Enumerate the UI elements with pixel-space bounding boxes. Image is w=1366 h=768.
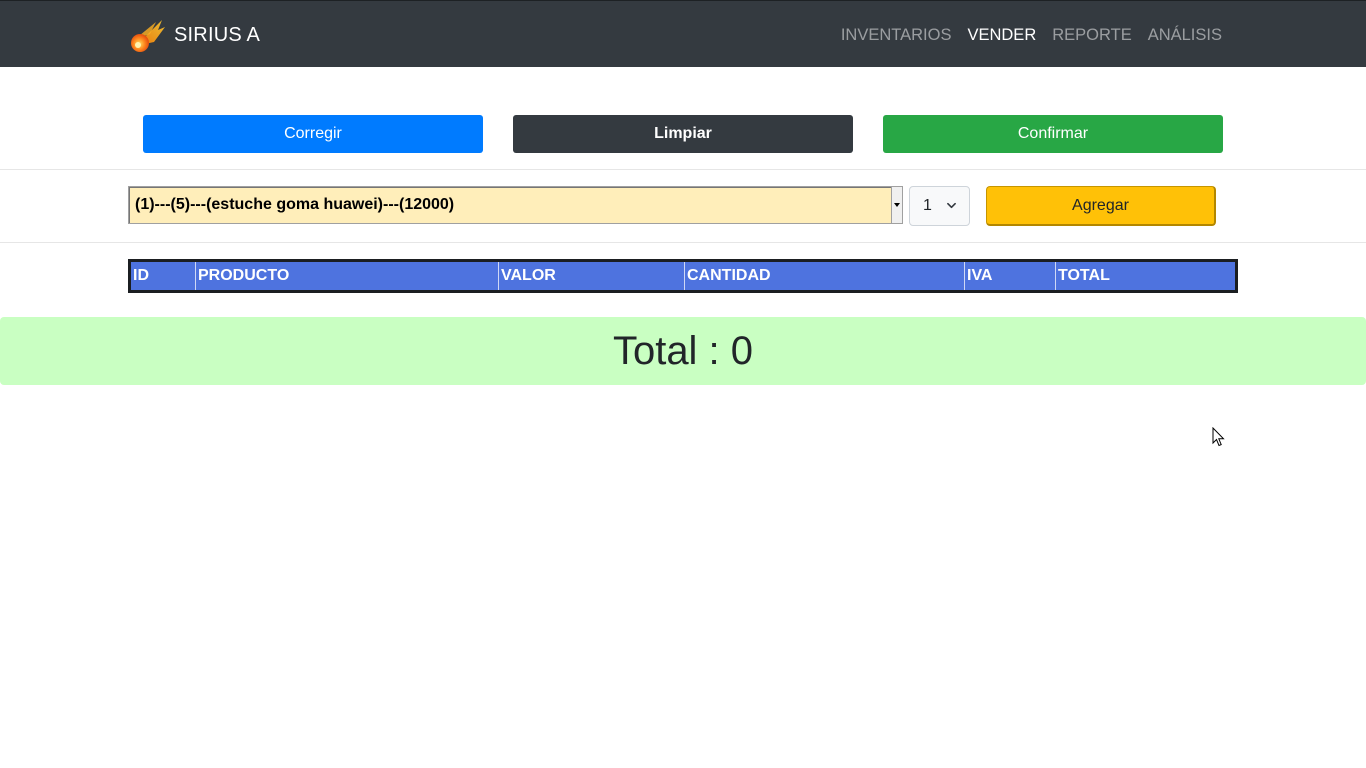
table-header-row: ID PRODUCTO VALOR CANTIDAD IVA TOTAL bbox=[131, 262, 1235, 290]
agregar-button[interactable]: Agregar bbox=[986, 186, 1216, 226]
top-navbar: SIRIUS A INVENTARIOS VENDER REPORTE ANÁL… bbox=[0, 0, 1366, 67]
total-banner: Total : 0 bbox=[0, 317, 1366, 385]
column-header-cantidad: CANTIDAD bbox=[685, 262, 965, 290]
column-header-iva: IVA bbox=[965, 262, 1056, 290]
section-divider bbox=[0, 242, 1366, 243]
chevron-down-icon bbox=[947, 202, 956, 209]
comet-icon bbox=[131, 20, 165, 52]
total-amount: Total : 0 bbox=[612, 328, 754, 373]
mouse-cursor-icon bbox=[1212, 427, 1225, 447]
brand-name: SIRIUS A bbox=[174, 23, 261, 46]
nav-reporte[interactable]: REPORTE bbox=[1044, 23, 1139, 47]
quantity-select[interactable]: 1 bbox=[909, 186, 970, 226]
quantity-select-value: 1 bbox=[923, 197, 932, 214]
column-header-id: ID bbox=[131, 262, 196, 290]
dropdown-arrow-icon bbox=[891, 187, 903, 223]
main-nav: INVENTARIOS VENDER REPORTE ANÁLISIS bbox=[833, 23, 1230, 47]
section-divider bbox=[0, 169, 1366, 170]
confirmar-button[interactable]: Confirmar bbox=[883, 115, 1223, 153]
limpiar-button[interactable]: Limpiar bbox=[513, 115, 853, 153]
nav-inventarios[interactable]: INVENTARIOS bbox=[833, 23, 960, 47]
column-header-total: TOTAL bbox=[1058, 267, 1110, 284]
product-select-value: (1)---(5)---(estuche goma huawei)---(120… bbox=[135, 196, 455, 213]
nav-analisis[interactable]: ANÁLISIS bbox=[1140, 23, 1230, 47]
column-header-valor: VALOR bbox=[499, 262, 685, 290]
corregir-button[interactable]: Corregir bbox=[143, 115, 483, 153]
nav-vender[interactable]: VENDER bbox=[959, 23, 1044, 47]
brand-link[interactable]: SIRIUS A bbox=[128, 15, 260, 55]
sales-table: ID PRODUCTO VALOR CANTIDAD IVA TOTAL bbox=[128, 259, 1238, 293]
column-header-producto: PRODUCTO bbox=[196, 262, 499, 290]
product-select[interactable]: (1)---(5)---(estuche goma huawei)---(120… bbox=[128, 186, 903, 224]
